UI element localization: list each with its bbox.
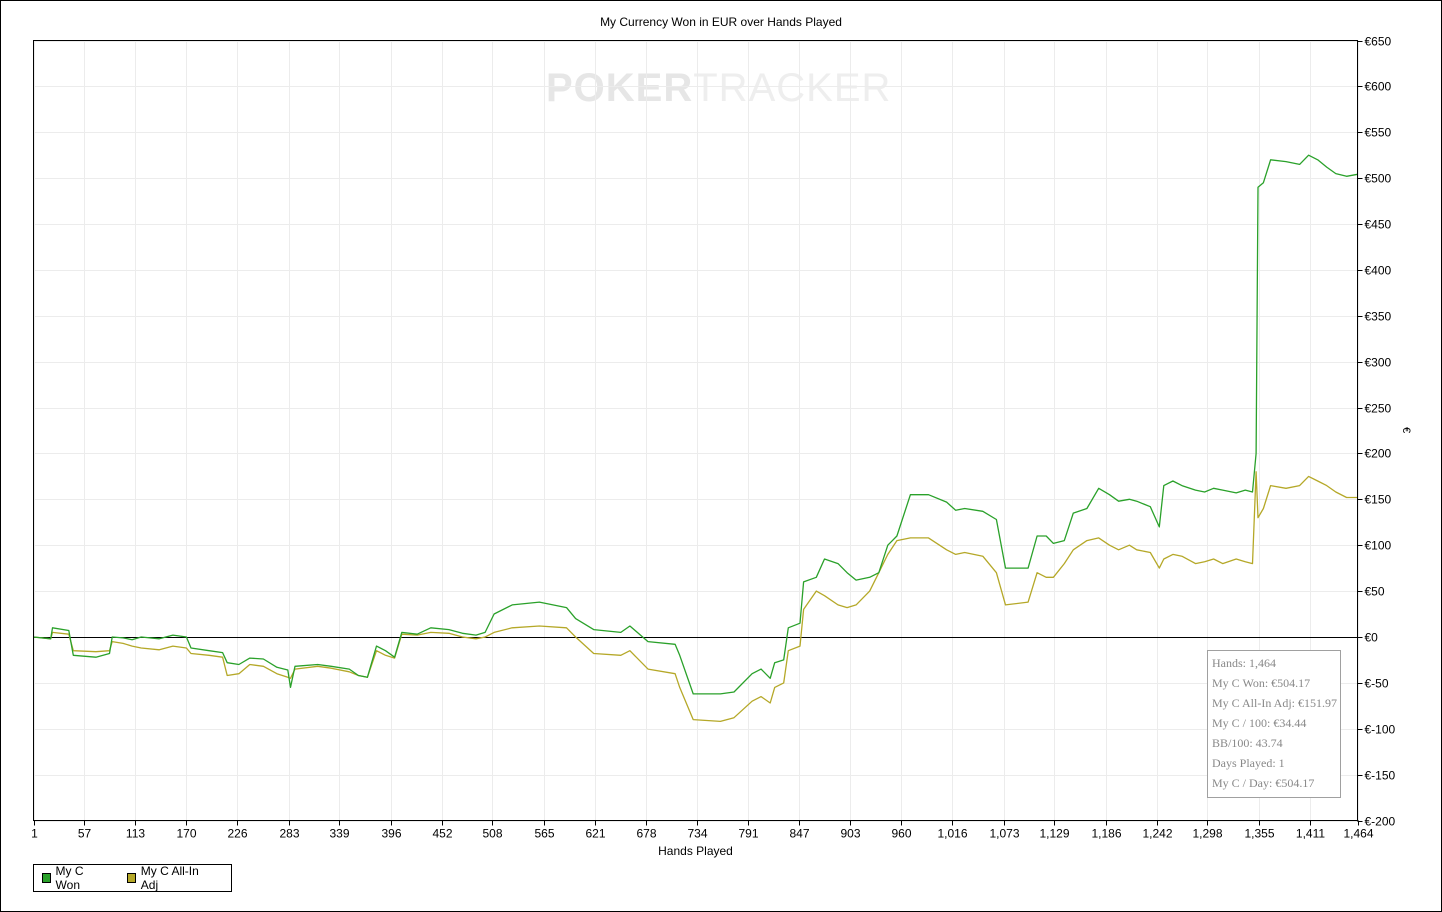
x-tick-label: 734	[687, 827, 707, 841]
x-tick-label: 1,411	[1296, 827, 1325, 841]
grid-lines	[33, 40, 1359, 822]
x-tick-label: 791	[738, 827, 758, 841]
x-tick-label: 1,073	[989, 827, 1019, 841]
legend-label-won: My C Won	[55, 864, 84, 892]
x-tick-label: 1,016	[937, 827, 967, 841]
x-tick-label: 396	[381, 827, 401, 841]
y-tick-label: €-150	[1365, 769, 1396, 783]
x-tick-label: 1,186	[1091, 827, 1121, 841]
legend-swatch-won	[42, 873, 51, 883]
tooltip-days: Days Played: 1	[1212, 756, 1285, 770]
x-tick-label: 1	[31, 827, 38, 841]
tooltip-allin-adj: My C All-In Adj: €151.97	[1212, 696, 1338, 710]
y-tick-label: €-100	[1365, 723, 1396, 737]
x-tick-label: 1,298	[1192, 827, 1222, 841]
x-tick-label: 113	[126, 827, 145, 841]
x-tick-label: 903	[840, 827, 860, 841]
plot-area-border	[33, 40, 1358, 821]
tooltip-per100: My C / 100: €34.44	[1212, 716, 1307, 730]
summary-tooltip: Hands: 1,464 My C Won: €504.17 My C All-…	[1207, 650, 1341, 798]
legend-item-allin-adj[interactable]: My C All-In Adj	[127, 864, 205, 892]
x-tick-label: 960	[891, 827, 911, 841]
legend: My C Won My C All-In Adj	[33, 864, 232, 892]
x-tick-label: 452	[432, 827, 452, 841]
x-tick-label: 1,464	[1343, 827, 1373, 841]
x-tick-label: 283	[279, 827, 299, 841]
x-tick-label: 1,129	[1039, 827, 1069, 841]
y-tick-label: €650	[1365, 35, 1392, 49]
y-tick-label: €550	[1365, 126, 1392, 140]
legend-item-won[interactable]: My C Won	[42, 864, 101, 892]
x-tick-label: 565	[534, 827, 554, 841]
x-tick-label: 621	[585, 827, 605, 841]
x-tick-label: 678	[636, 827, 656, 841]
y-tick-label: €250	[1365, 402, 1392, 416]
y-axis-title: €	[1400, 426, 1413, 434]
y-tick-label: €0	[1365, 631, 1379, 645]
y-tick-label: €150	[1365, 493, 1392, 507]
x-tick-label: 57	[78, 827, 92, 841]
x-tick-label: 847	[789, 827, 809, 841]
x-tick-label: 1,242	[1142, 827, 1172, 841]
y-tick-label: €600	[1365, 80, 1392, 94]
x-tick-label: 508	[482, 827, 502, 841]
legend-label-allin-adj: My C All-In Adj	[140, 864, 199, 892]
x-axis-title: Hands Played	[658, 844, 733, 858]
x-tick-label: 170	[176, 827, 196, 841]
y-tick-label: €300	[1365, 356, 1392, 370]
tooltip-hands: Hands: 1,464	[1212, 656, 1276, 670]
y-tick-label: €-50	[1365, 677, 1389, 691]
x-tick-label: 226	[227, 827, 247, 841]
tooltip-per-day: My C / Day: €504.17	[1212, 776, 1315, 790]
x-tick-label: 1,355	[1244, 827, 1274, 841]
series-line-my-c-won	[33, 154, 1358, 695]
legend-swatch-allin-adj	[127, 873, 136, 883]
x-tick-label: 339	[329, 827, 349, 841]
y-tick-label: €400	[1365, 264, 1392, 278]
y-tick-label: €500	[1365, 172, 1392, 186]
y-tick-label: €50	[1365, 585, 1385, 599]
tooltip-won: My C Won: €504.17	[1212, 676, 1311, 690]
y-tick-label: €100	[1365, 539, 1392, 553]
y-tick-label: €450	[1365, 218, 1392, 232]
y-tick-label: €-200	[1365, 815, 1396, 829]
y-tick-label: €200	[1365, 447, 1392, 461]
tooltip-bb100: BB/100: 43.74	[1212, 736, 1283, 750]
y-tick-label: €350	[1365, 310, 1392, 324]
